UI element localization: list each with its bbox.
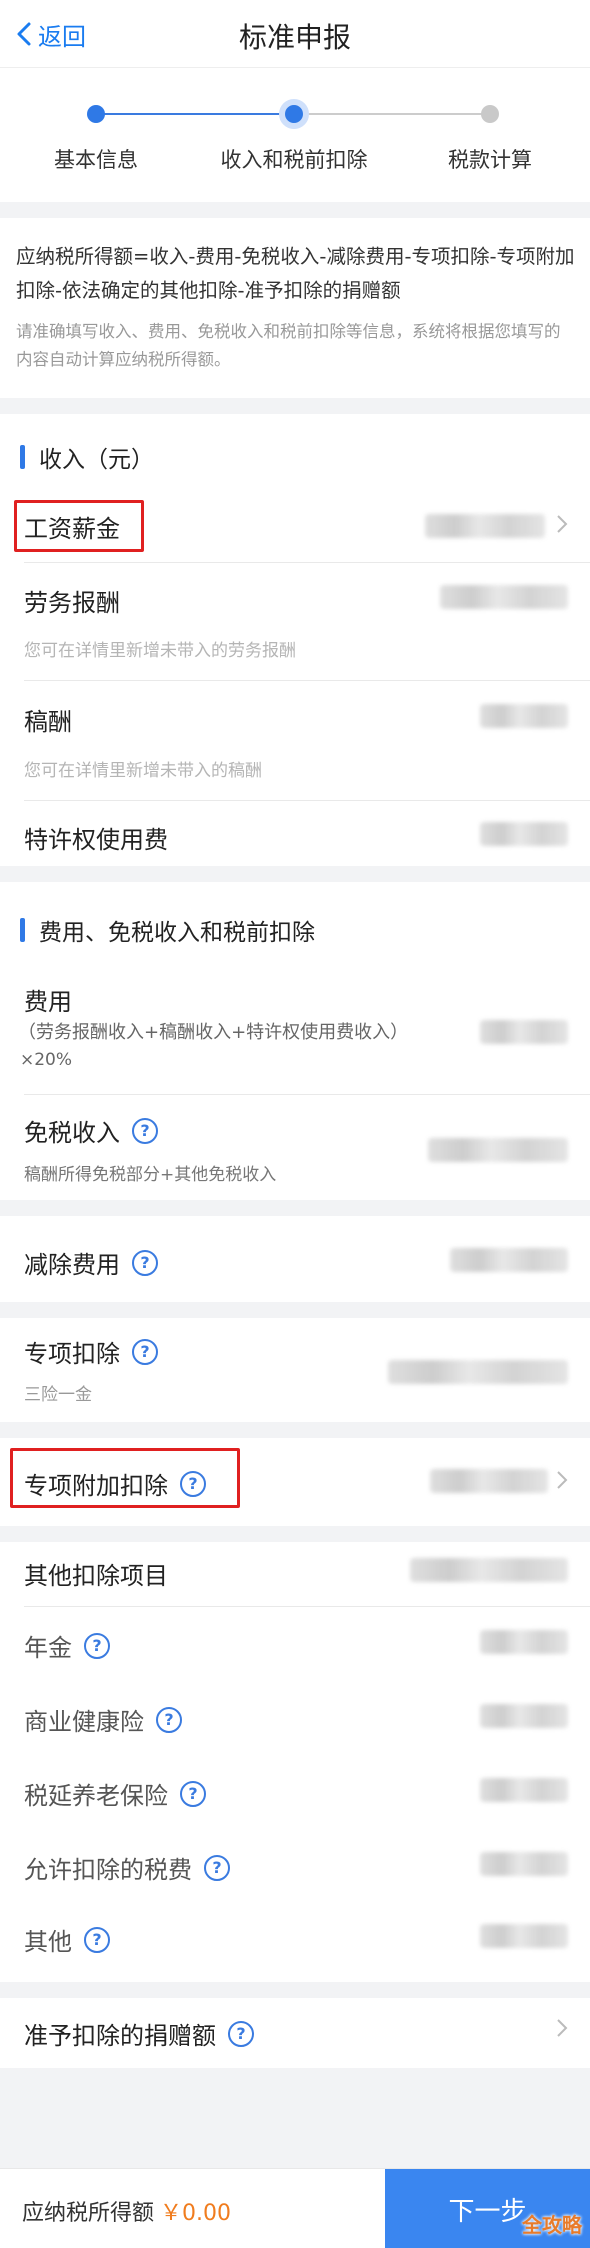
- health-insurance-value-blurred: [480, 1704, 568, 1728]
- bottom-bar: 应纳税所得额 ￥0.00 下一步 全攻略: [0, 2168, 590, 2248]
- allowed-taxes-label: 允许扣除的税费: [24, 1856, 192, 1884]
- donation-label: 准予扣除的捐赠额: [24, 2022, 216, 2050]
- row-royalty[interactable]: 稿酬: [24, 702, 72, 737]
- income-section-label: 收入（元）: [39, 447, 154, 473]
- step-dot-basic-info: [87, 105, 105, 123]
- question-circle-icon[interactable]: ?: [84, 1632, 110, 1659]
- health-insurance-label: 商业健康险: [24, 1708, 144, 1736]
- question-circle-icon[interactable]: ?: [180, 1780, 206, 1807]
- hint-text: 请准确填写收入、费用、免税收入和税前扣除等信息，系统将根据您填写的内容自动计算应…: [16, 322, 561, 369]
- row-allowed-taxes[interactable]: 允许扣除的税费 ?: [24, 1850, 230, 1885]
- row-franchise[interactable]: 特许权使用费: [24, 820, 168, 855]
- reduction-label: 减除费用: [24, 1251, 120, 1279]
- step-connector-done: [96, 113, 292, 115]
- expense-label: 费用: [24, 988, 72, 1016]
- expense-formula-line1: （劳务报酬收入+稿酬收入+特许权使用费收入）: [18, 1022, 409, 1043]
- taxable-income-value: ￥0.00: [160, 2201, 231, 2226]
- pension-insurance-value-blurred: [480, 1778, 568, 1802]
- question-circle-icon[interactable]: ?: [132, 1117, 158, 1144]
- income-section-title: 收入（元）: [20, 440, 154, 474]
- section-marker: [20, 918, 25, 942]
- labor-hint: 您可在详情里新增未带入的劳务报酬: [24, 641, 296, 661]
- row-annuity[interactable]: 年金 ?: [24, 1628, 110, 1663]
- step-label-tax-calc: 税款计算: [448, 148, 532, 172]
- row-labor[interactable]: 劳务报酬: [24, 583, 120, 618]
- franchise-label: 特许权使用费: [24, 826, 168, 854]
- franchise-value-blurred: [480, 822, 568, 846]
- formula-text: 应纳税所得额=收入-费用-免税收入-减除费用-专项扣除-专项附加扣除-依法确定的…: [16, 245, 575, 302]
- question-circle-icon[interactable]: ?: [228, 2020, 254, 2047]
- labor-value-blurred: [440, 585, 568, 609]
- question-circle-icon[interactable]: ?: [132, 1249, 158, 1276]
- annuity-label: 年金: [24, 1634, 72, 1662]
- special-hint: 三险一金: [24, 1385, 92, 1405]
- divider: [24, 680, 590, 681]
- taxable-income-label: 应纳税所得额: [22, 2201, 155, 2226]
- row-tax-free[interactable]: 免税收入 ?: [24, 1113, 158, 1148]
- labor-label: 劳务报酬: [24, 589, 120, 617]
- step-label-basic-info: 基本信息: [54, 148, 138, 172]
- divider: [24, 1606, 590, 1607]
- chevron-right-icon[interactable]: [556, 1470, 568, 1490]
- step-dot-income: [279, 99, 309, 129]
- deductions-section-title: 费用、免税收入和税前扣除: [20, 913, 315, 947]
- row-other[interactable]: 其他扣除项目: [24, 1556, 168, 1591]
- divider: [24, 562, 590, 563]
- step-connector-pending: [292, 113, 490, 115]
- other-label: 其他扣除项目: [24, 1562, 168, 1590]
- other-card: [0, 1542, 590, 1982]
- highlight-box-salary: [14, 500, 144, 552]
- divider: [24, 1094, 590, 1095]
- pension-insurance-label: 税延养老保险: [24, 1782, 168, 1810]
- special-value-blurred: [388, 1360, 568, 1384]
- progress-stepper: 基本信息 收入和税前扣除 税款计算: [0, 68, 590, 202]
- row-reduction[interactable]: 减除费用 ?: [24, 1245, 158, 1280]
- chevron-right-icon[interactable]: [556, 2018, 568, 2038]
- other-value-blurred: [410, 1558, 568, 1582]
- tax-free-label: 免税收入: [24, 1119, 120, 1147]
- row-health-insurance[interactable]: 商业健康险 ?: [24, 1702, 182, 1737]
- deductions-section-label: 费用、免税收入和税前扣除: [39, 920, 315, 946]
- special-additional-value-blurred: [430, 1469, 548, 1493]
- row-pension-insurance[interactable]: 税延养老保险 ?: [24, 1776, 206, 1811]
- watermark: 全攻略: [522, 2213, 582, 2237]
- salary-value-blurred: [425, 514, 545, 538]
- allowed-taxes-value-blurred: [480, 1852, 568, 1876]
- others-value-blurred: [480, 1924, 568, 1948]
- royalty-hint: 您可在详情里新增未带入的稿酬: [24, 761, 262, 781]
- expense-formula-line2: ×20%: [20, 1050, 73, 1070]
- row-donation[interactable]: 准予扣除的捐赠额 ?: [24, 2016, 254, 2051]
- annuity-value-blurred: [480, 1630, 568, 1654]
- row-expense[interactable]: 费用: [24, 982, 72, 1017]
- question-circle-icon[interactable]: ?: [132, 1338, 158, 1365]
- divider: [24, 800, 590, 801]
- tax-free-hint: 稿酬所得免税部分+其他免税收入: [24, 1165, 277, 1185]
- question-circle-icon[interactable]: ?: [84, 1926, 110, 1953]
- reduction-value-blurred: [450, 1248, 568, 1272]
- expense-value-blurred: [480, 1020, 568, 1044]
- step-label-income: 收入和税前扣除: [220, 148, 368, 172]
- section-marker: [20, 445, 25, 469]
- royalty-value-blurred: [480, 704, 568, 728]
- royalty-label: 稿酬: [24, 708, 72, 736]
- tax-free-value-blurred: [428, 1138, 568, 1162]
- others-label: 其他: [24, 1928, 72, 1956]
- chevron-right-icon[interactable]: [556, 514, 568, 534]
- question-circle-icon[interactable]: ?: [156, 1706, 182, 1733]
- top-bar: 返回 标准申报: [0, 0, 590, 68]
- question-circle-icon[interactable]: ?: [204, 1854, 230, 1881]
- page-title: 标准申报: [238, 21, 351, 54]
- special-label: 专项扣除: [24, 1340, 120, 1368]
- highlight-box-special-additional: [10, 1448, 240, 1508]
- row-others[interactable]: 其他 ?: [24, 1922, 110, 1957]
- row-special[interactable]: 专项扣除 ?: [24, 1334, 158, 1369]
- step-dot-tax-calc: [481, 105, 499, 123]
